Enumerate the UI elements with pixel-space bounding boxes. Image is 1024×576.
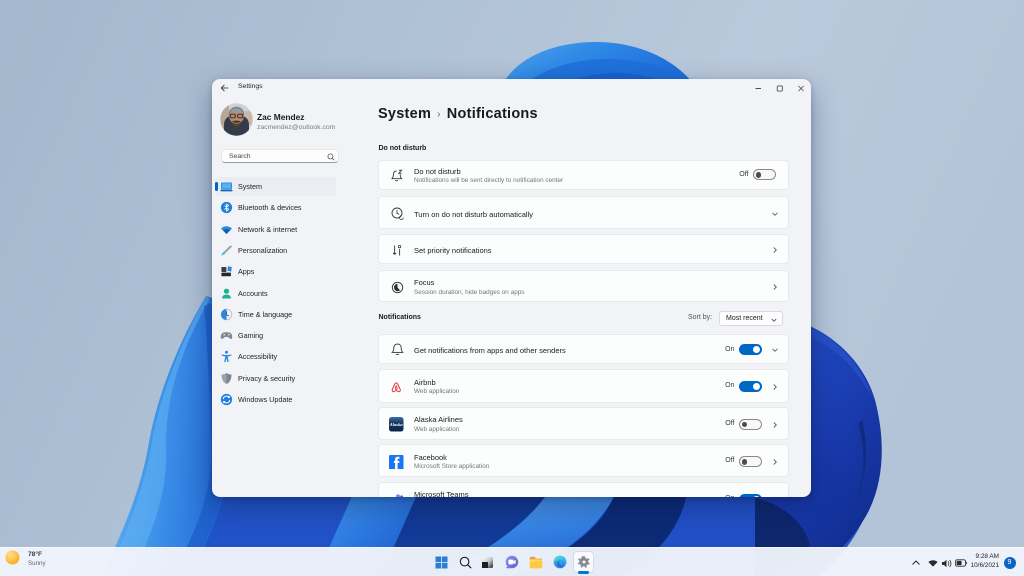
svg-text:Alaska: Alaska [389, 422, 403, 427]
